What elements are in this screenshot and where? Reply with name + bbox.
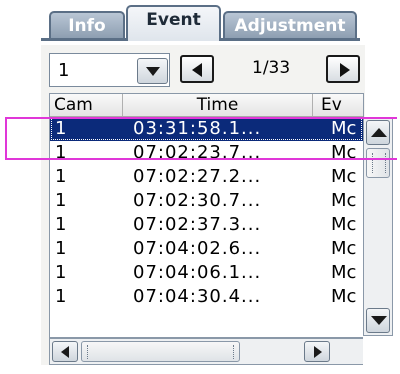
tab-adjustment[interactable]: Adjustment (223, 11, 357, 39)
cell-time: 07:04:06.1... (133, 262, 262, 283)
cell-event: Mc (331, 262, 357, 283)
cell-cam: 1 (55, 262, 67, 283)
selection-highlight-box (5, 117, 397, 160)
cell-event: Mc (331, 190, 357, 211)
table-header: Cam Time Ev (50, 94, 363, 117)
table-row[interactable]: 1 07:02:30.7... Mc (50, 189, 363, 213)
scroll-down-button[interactable] (366, 308, 390, 333)
tab-info[interactable]: Info (49, 11, 125, 39)
arrow-left-icon (192, 63, 202, 77)
cell-time: 07:02:27.2... (133, 166, 262, 187)
previous-page-button[interactable] (180, 55, 214, 83)
tab-event[interactable]: Event (126, 5, 221, 41)
cell-event: Mc (331, 166, 357, 187)
arrow-left-icon (61, 346, 69, 358)
cell-event: Mc (331, 238, 357, 259)
cell-time: 07:02:30.7... (133, 190, 262, 211)
table-row[interactable]: 1 07:02:37.3... Mc (50, 213, 363, 237)
cell-cam: 1 (55, 190, 67, 211)
camera-select-value: 1 (58, 60, 70, 81)
arrow-down-icon (371, 316, 387, 325)
cell-time: 07:04:30.4... (133, 286, 262, 307)
page-indicator: 1/33 (252, 58, 291, 78)
cell-cam: 1 (55, 214, 67, 235)
next-page-button[interactable] (326, 55, 360, 83)
cell-event: Mc (331, 286, 357, 307)
table-row[interactable]: 1 07:02:27.2... Mc (50, 165, 363, 189)
horizontal-scrollbar[interactable] (49, 338, 364, 365)
scrollbar-corner (363, 336, 393, 365)
camera-dropdown-button[interactable] (137, 58, 168, 84)
cell-cam: 1 (55, 166, 67, 187)
column-header-time[interactable]: Time (123, 94, 313, 116)
chevron-down-icon (146, 67, 160, 76)
scroll-left-button[interactable] (52, 341, 78, 362)
cell-time: 07:02:37.3... (133, 214, 262, 235)
cell-cam: 1 (55, 286, 67, 307)
column-header-cam[interactable]: Cam (50, 94, 123, 116)
cell-time: 07:04:02.6... (133, 238, 262, 259)
table-row[interactable]: 1 07:04:30.4... Mc (50, 285, 363, 309)
arrow-right-icon (340, 63, 350, 77)
arrow-right-icon (314, 346, 322, 358)
table-row[interactable]: 1 07:04:06.1... Mc (50, 261, 363, 285)
table-row[interactable]: 1 07:04:02.6... Mc (50, 237, 363, 261)
panel-bottom-edge (41, 365, 365, 374)
grip-icon (233, 345, 234, 359)
cell-event: Mc (331, 214, 357, 235)
grip-icon (87, 345, 88, 359)
horizontal-scroll-thumb[interactable] (81, 341, 240, 362)
cell-cam: 1 (55, 238, 67, 259)
column-header-event[interactable]: Ev (313, 94, 363, 116)
scroll-right-button[interactable] (304, 341, 330, 362)
